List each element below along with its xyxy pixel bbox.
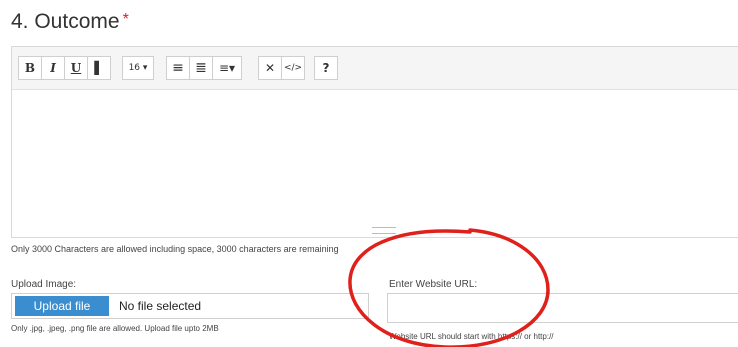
unordered-list-icon[interactable]: ≡: [166, 56, 190, 80]
ordered-list-icon[interactable]: ≣: [189, 56, 213, 80]
help-icon[interactable]: ?: [314, 56, 338, 80]
resize-handle[interactable]: [372, 227, 396, 234]
upload-file-note: Only .jpg, .jpeg, .png file are allowed.…: [11, 324, 219, 333]
editor-toolbar: B I U ▌ 16 ▾ ≡ ≣ ≡▾ ✕ </> ?: [12, 47, 738, 90]
toolbar-style-group: B I U ▌: [18, 56, 111, 82]
toolbar-fontsize-group: 16 ▾: [122, 56, 154, 82]
character-limit-note: Only 3000 Characters are allowed includi…: [11, 244, 339, 254]
section-title: 4. Outcome *: [11, 10, 129, 34]
paragraph-align-dropdown[interactable]: ≡▾: [212, 56, 242, 80]
file-status-text: No file selected: [119, 299, 202, 313]
website-url-note: Website URL should start with https:// o…: [389, 332, 554, 341]
bold-button[interactable]: B: [18, 56, 42, 80]
upload-file-button[interactable]: Upload file: [15, 296, 109, 316]
fullscreen-icon[interactable]: ✕: [258, 56, 282, 80]
section-title-text: 4. Outcome: [11, 10, 120, 33]
toolbar-list-group: ≡ ≣ ≡▾: [166, 56, 242, 82]
upload-image-label: Upload Image:: [11, 279, 77, 290]
toolbar-help-group: ?: [314, 56, 338, 82]
toolbar-view-group: ✕ </>: [258, 56, 305, 82]
website-url-input[interactable]: [387, 293, 738, 323]
italic-button[interactable]: I: [41, 56, 65, 80]
upload-file-field: Upload file No file selected: [11, 293, 369, 319]
eraser-icon[interactable]: ▌: [87, 56, 111, 80]
rich-text-editor: B I U ▌ 16 ▾ ≡ ≣ ≡▾ ✕ </> ?: [11, 46, 738, 238]
website-url-label: Enter Website URL:: [389, 279, 478, 290]
underline-button[interactable]: U: [64, 56, 88, 80]
code-view-icon[interactable]: </>: [281, 56, 305, 80]
required-mark: *: [122, 11, 129, 28]
font-size-dropdown[interactable]: 16 ▾: [122, 56, 154, 80]
editor-content-area[interactable]: [12, 90, 738, 237]
